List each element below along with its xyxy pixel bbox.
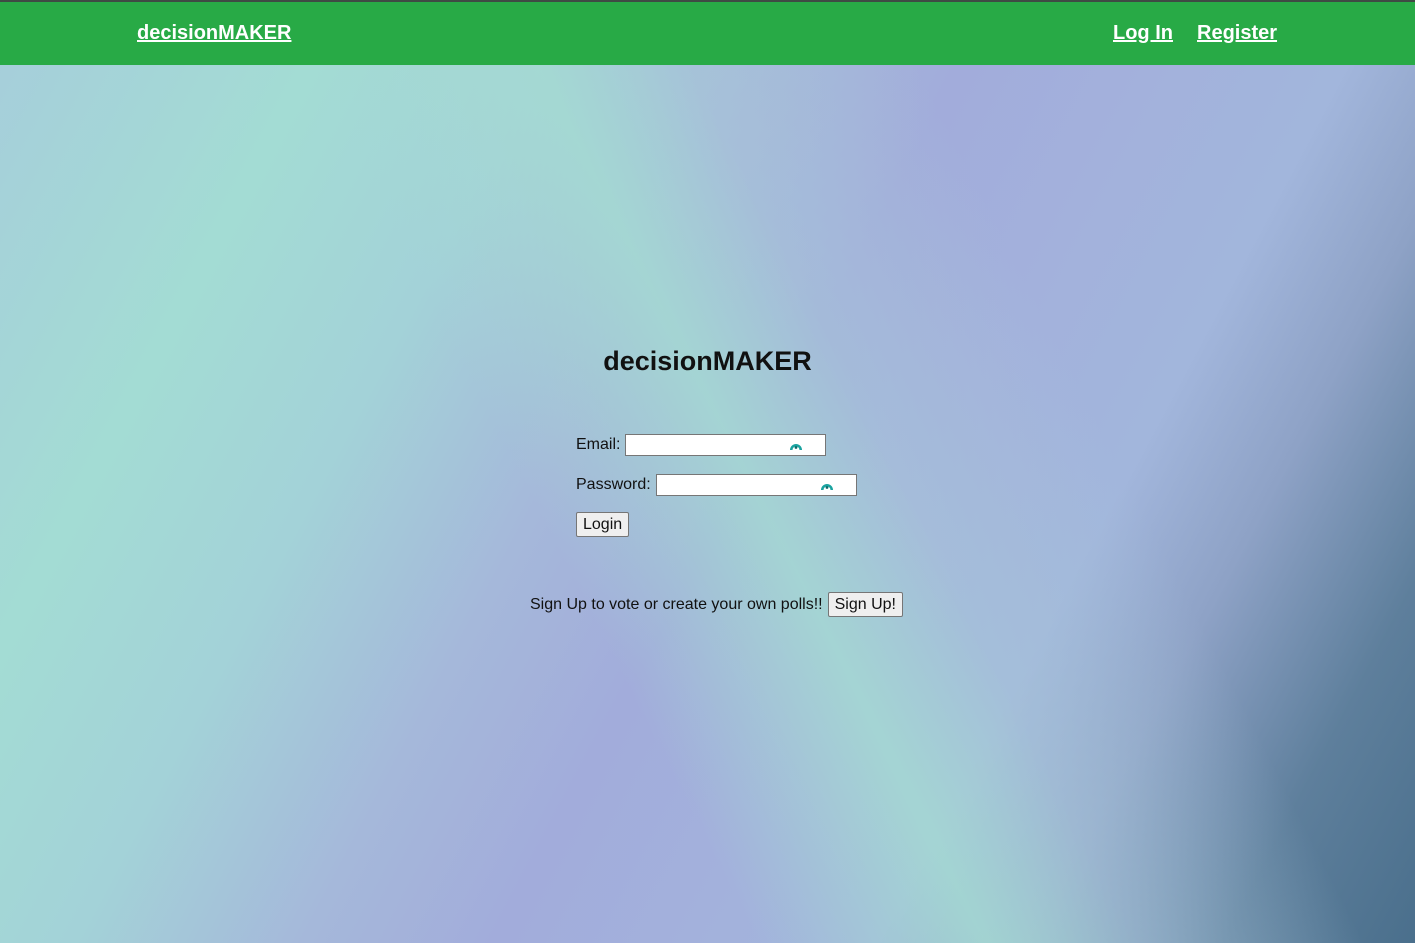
register-link[interactable]: Register — [1197, 21, 1277, 45]
brand-link[interactable]: decisionMAKER — [137, 21, 291, 45]
password-field[interactable] — [656, 474, 825, 495]
navbar: decisionMAKER Log In Register — [0, 2, 1415, 65]
email-field[interactable] — [626, 434, 795, 455]
signup-text: Sign Up to vote or create your own polls… — [530, 595, 823, 613]
login-link[interactable]: Log In — [1113, 21, 1173, 45]
email-row: Email: — [576, 432, 857, 457]
signup-row: Sign Up to vote or create your own polls… — [530, 592, 903, 617]
login-form: Email: Password: Login — [576, 432, 857, 552]
email-label: Email: — [576, 435, 621, 453]
login-button[interactable]: Login — [576, 512, 630, 537]
signup-button[interactable]: Sign Up! — [827, 592, 903, 617]
login-button-row: Login — [576, 512, 857, 537]
password-label: Password: — [576, 475, 651, 493]
email-field-wrapper — [625, 433, 827, 456]
password-manager-icon[interactable] — [789, 438, 803, 452]
password-manager-icon[interactable] — [820, 478, 834, 492]
page-title: decisionMAKER — [603, 346, 812, 376]
password-field-wrapper — [655, 473, 857, 496]
password-row: Password: — [576, 472, 857, 497]
